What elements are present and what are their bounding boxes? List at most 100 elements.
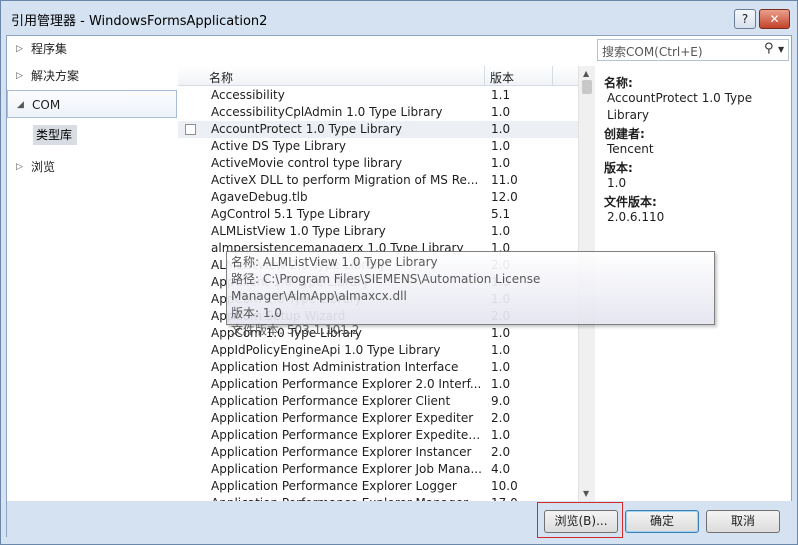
reference-manager-window: 引用管理器 - WindowsFormsApplication2 ? ✕ ▷ 程… — [0, 0, 798, 545]
row-version: 9.0 — [491, 394, 511, 408]
row-version: 11.0 — [491, 173, 518, 187]
nav-label: 程序集 — [31, 42, 68, 56]
expand-arrow-icon: ▷ — [16, 44, 23, 54]
nav-solution[interactable]: ▷ 解决方案 — [7, 63, 177, 89]
row-version: 1.0 — [491, 343, 511, 357]
list-header: 名称 版本 — [178, 66, 578, 86]
row-name: Application Performance Explorer Client — [211, 394, 451, 408]
column-divider[interactable] — [484, 66, 485, 86]
list-row[interactable]: AccountProtect 1.0 Type Library 1.0 — [178, 121, 578, 138]
row-version: 1.0 — [491, 224, 511, 238]
row-name: Application Performance Explorer Expedit… — [211, 428, 483, 442]
search-input[interactable]: 搜索COM(Ctrl+E) ⚲ ▼ — [597, 39, 789, 61]
tooltip-name: 名称: ALMListView 1.0 Type Library — [231, 255, 438, 269]
row-version: 1.1 — [491, 88, 511, 102]
row-name: Application Performance Explorer Logger — [211, 479, 457, 493]
list-row[interactable]: AgControl 5.1 Type Library 5.1 — [178, 206, 578, 223]
list-row[interactable]: Active DS Type Library 1.0 — [178, 138, 578, 155]
row-name: AppIdPolicyEngineApi 1.0 Type Library — [211, 343, 441, 357]
list-row[interactable]: Accessibility 1.1 — [178, 87, 578, 104]
row-name: Accessibility — [211, 88, 285, 102]
row-version: 4.0 — [491, 462, 511, 476]
left-nav: ▷ 程序集 ▷ 解决方案 ◢ COM 类型库 ▷ 浏览 — [7, 36, 177, 501]
list-row[interactable]: Application Performance Explorer Expedit… — [178, 427, 578, 444]
nav-label: 浏览 — [31, 160, 56, 174]
list-row[interactable]: ActiveMovie control type library 1.0 — [178, 155, 578, 172]
detail-name-label: 名称: — [604, 76, 633, 90]
tooltip-file-version: 文件版本: 503.1.101.2 — [231, 323, 360, 337]
list-row[interactable]: Application Performance Explorer 2.0 Int… — [178, 376, 578, 393]
list-row[interactable]: ActiveX DLL to perform Migration of MS R… — [178, 172, 578, 189]
row-version: 1.0 — [491, 428, 511, 442]
tooltip-path: 路径: C:\Program Files\SIEMENS\Automation … — [231, 272, 541, 303]
row-name: AgControl 5.1 Type Library — [211, 207, 371, 221]
scroll-down-icon[interactable]: ▼ — [583, 489, 589, 498]
row-name: AccessibilityCplAdmin 1.0 Type Library — [211, 105, 443, 119]
list-row[interactable]: Application Host Administration Interfac… — [178, 359, 578, 376]
column-header-version[interactable]: 版本 — [490, 69, 514, 86]
row-name: ALMListView 1.0 Type Library — [211, 224, 386, 238]
row-version: 2.0 — [491, 411, 511, 425]
row-name: Application Performance Explorer Instanc… — [211, 445, 472, 459]
ok-button[interactable]: 确定 — [625, 510, 699, 533]
expand-arrow-icon: ▷ — [16, 71, 23, 81]
tooltip: 名称: ALMListView 1.0 Type Library 路径: C:\… — [226, 251, 715, 337]
row-version: 10.0 — [491, 479, 518, 493]
search-placeholder: 搜索COM(Ctrl+E) — [602, 45, 703, 59]
list-row[interactable]: ALMListView 1.0 Type Library 1.0 — [178, 223, 578, 240]
collapse-arrow-icon: ◢ — [17, 100, 24, 110]
column-divider[interactable] — [552, 66, 553, 86]
list-row[interactable]: Application Performance Explorer Expedit… — [178, 410, 578, 427]
detail-creator-label: 创建者: — [604, 127, 645, 141]
detail-version-value: 1.0 — [607, 176, 627, 190]
list-row[interactable]: Application Performance Explorer Job Man… — [178, 461, 578, 478]
scroll-up-icon[interactable]: ▲ — [583, 69, 589, 78]
list-row[interactable]: AccessibilityCplAdmin 1.0 Type Library 1.… — [178, 104, 578, 121]
cancel-button[interactable]: 取消 — [706, 510, 780, 533]
list-row[interactable]: AppIdPolicyEngineApi 1.0 Type Library 1.0 — [178, 342, 578, 359]
row-name: Application Performance Explorer Expedit… — [211, 411, 474, 425]
row-name: AccountProtect 1.0 Type Library — [211, 122, 402, 136]
nav-assemblies[interactable]: ▷ 程序集 — [7, 36, 177, 62]
detail-name-value-cont: Library — [607, 108, 649, 122]
list-row[interactable]: Application Performance Explorer Instanc… — [178, 444, 578, 461]
row-name: AgaveDebug.tlb — [211, 190, 308, 204]
title-bar: 引用管理器 - WindowsFormsApplication2 ? ✕ — [1, 1, 797, 35]
chevron-down-icon[interactable]: ▼ — [778, 45, 784, 54]
search-icon[interactable]: ⚲ — [764, 41, 774, 56]
help-button[interactable]: ? — [734, 9, 756, 29]
list-row[interactable]: AgaveDebug.tlb 12.0 — [178, 189, 578, 206]
tooltip-version: 版本: 1.0 — [231, 306, 282, 320]
row-name: Application Performance Explorer 2.0 Int… — [211, 377, 482, 391]
detail-version-label: 版本: — [604, 161, 633, 175]
row-version: 1.0 — [491, 122, 511, 136]
list-top-spacer — [177, 36, 593, 66]
window-title: 引用管理器 - WindowsFormsApplication2 — [11, 14, 268, 29]
nav-type-libraries[interactable]: 类型库 — [33, 125, 77, 145]
row-version: 1.0 — [491, 360, 511, 374]
detail-file-version-label: 文件版本: — [604, 195, 657, 209]
browse-button[interactable]: 浏览(B)... — [544, 510, 618, 533]
scroll-thumb[interactable] — [582, 80, 592, 94]
list-row[interactable]: Application Performance Explorer Client 9… — [178, 393, 578, 410]
row-version: 1.0 — [491, 139, 511, 153]
row-version: 1.0 — [491, 156, 511, 170]
column-header-name[interactable]: 名称 — [209, 69, 233, 86]
list-row[interactable]: Application Performance Explorer Logger 1… — [178, 478, 578, 495]
button-bar: 浏览(B)... 确定 取消 — [7, 501, 793, 538]
row-version: 5.1 — [491, 207, 511, 221]
row-checkbox[interactable] — [185, 124, 196, 135]
row-version: 12.0 — [491, 190, 518, 204]
nav-browse[interactable]: ▷ 浏览 — [7, 154, 177, 180]
row-name: ActiveMovie control type library — [211, 156, 403, 170]
row-version: 1.0 — [491, 377, 511, 391]
row-name: Application Host Administration Interfac… — [211, 360, 459, 374]
close-button[interactable]: ✕ — [759, 9, 790, 29]
detail-file-version-value: 2.0.6.110 — [607, 210, 665, 224]
nav-label: COM — [32, 98, 61, 112]
row-name: ActiveX DLL to perform Migration of MS R… — [211, 173, 479, 187]
detail-name-value: AccountProtect 1.0 Type — [607, 91, 753, 105]
nav-com[interactable]: ◢ COM — [7, 90, 177, 118]
nav-label: 解决方案 — [31, 69, 80, 83]
row-version: 1.0 — [491, 105, 511, 119]
